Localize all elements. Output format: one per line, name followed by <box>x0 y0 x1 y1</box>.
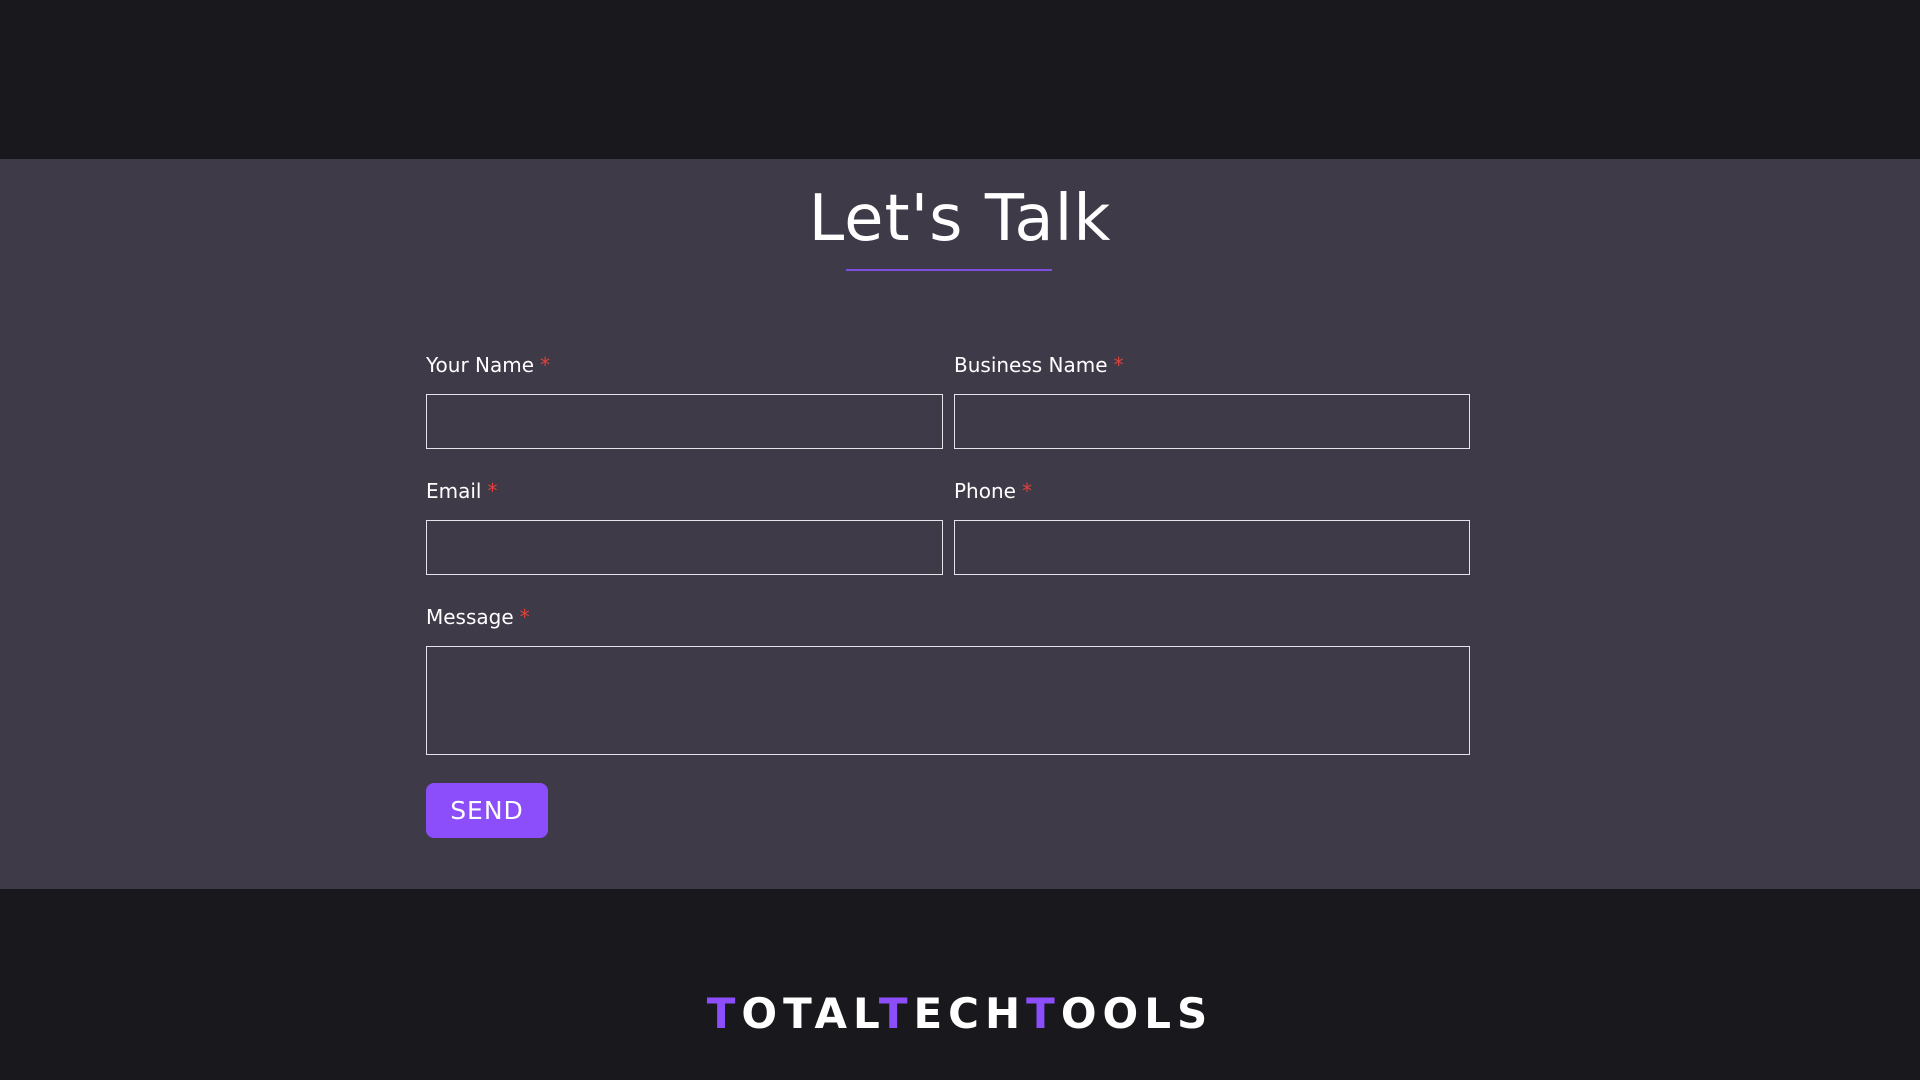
phone-label: Phone * <box>954 479 1032 503</box>
your-name-input[interactable] <box>426 394 943 449</box>
contact-section: Let's Talk Your Name * Business Name * Ema… <box>0 159 1920 889</box>
message-label-text: Message <box>426 605 514 629</box>
logo-text: OOLS <box>1060 989 1214 1038</box>
logo-accent-letter: T <box>1026 989 1061 1038</box>
business-name-input[interactable] <box>954 394 1470 449</box>
message-textarea[interactable] <box>426 646 1470 755</box>
footer: TOTALTECHTOOLS <box>0 889 1920 1080</box>
logo-text: OTAL <box>741 989 879 1038</box>
title-underline <box>846 269 1052 271</box>
business-name-label: Business Name * <box>954 353 1124 377</box>
logo-text: ECH <box>913 989 1027 1038</box>
brand-logo: TOTALTECHTOOLS <box>0 989 1920 1038</box>
logo-accent-letter: T <box>706 989 742 1038</box>
send-button[interactable]: SEND <box>426 783 548 838</box>
email-label: Email * <box>426 479 498 503</box>
required-mark: * <box>519 605 530 629</box>
logo-accent-letter: T <box>878 989 914 1038</box>
page-title: Let's Talk <box>808 182 1112 256</box>
email-input[interactable] <box>426 520 943 575</box>
top-band <box>0 0 1920 159</box>
your-name-label-text: Your Name <box>426 353 535 377</box>
phone-label-text: Phone <box>954 479 1016 503</box>
business-name-label-text: Business Name <box>954 353 1108 377</box>
required-mark: * <box>487 479 498 503</box>
email-label-text: Email <box>426 479 482 503</box>
message-label: Message * <box>426 605 530 629</box>
required-mark: * <box>1021 479 1032 503</box>
phone-input[interactable] <box>954 520 1470 575</box>
required-mark: * <box>540 353 551 377</box>
your-name-label: Your Name * <box>426 353 550 377</box>
required-mark: * <box>1113 353 1124 377</box>
